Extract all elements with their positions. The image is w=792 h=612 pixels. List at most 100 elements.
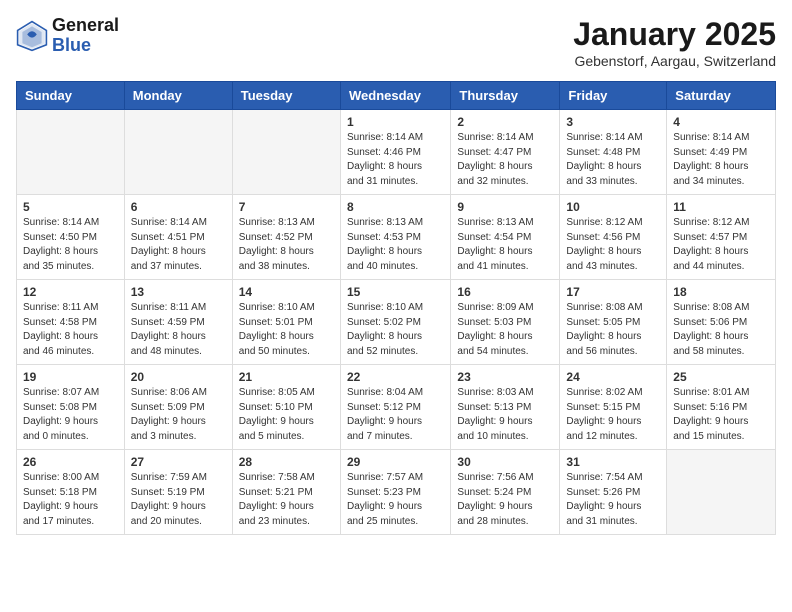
day-number: 14 bbox=[239, 285, 334, 299]
day-cell-31: 31Sunrise: 7:54 AMSunset: 5:26 PMDayligh… bbox=[560, 450, 667, 535]
week-row-3: 12 Sunrise: 8:11 AMSunset: 4:58 PMDayligh… bbox=[17, 280, 776, 365]
day-cell-26: 26 Sunrise: 8:00 AMSunset: 5:18 PMDayligh… bbox=[17, 450, 125, 535]
day-info: Sunrise: 8:13 AMSunset: 4:52 PMDaylight:… bbox=[239, 216, 334, 274]
day-cell-4: 4Sunrise: 8:14 AMSunset: 4:49 PMDaylight… bbox=[667, 110, 776, 195]
day-cell-11: 11 Sunrise: 8:12 AMSunset: 4:57 PMDayligh… bbox=[667, 195, 776, 280]
day-cell-24: 24Sunrise: 8:02 AMSunset: 5:15 PMDayligh… bbox=[560, 365, 667, 450]
day-info: Sunrise: 8:05 AMSunset: 5:10 PMDaylight:… bbox=[239, 386, 334, 444]
day-info: Sunrise: 8:10 AMSunset: 5:02 PMDaylight:… bbox=[347, 301, 444, 359]
day-cell-20: 20 Sunrise: 8:06 AMSunset: 5:09 PMDayligh… bbox=[124, 365, 232, 450]
day-header-sunday: Sunday bbox=[17, 82, 125, 110]
day-info: Sunrise: 8:09 AMSunset: 5:03 PMDaylight:… bbox=[457, 301, 553, 359]
day-number: 24 bbox=[566, 370, 660, 384]
week-row-5: 26 Sunrise: 8:00 AMSunset: 5:18 PMDayligh… bbox=[17, 450, 776, 535]
day-info: Sunrise: 7:54 AMSunset: 5:26 PMDaylight:… bbox=[566, 471, 660, 529]
day-info: Sunrise: 8:13 AMSunset: 4:53 PMDaylight:… bbox=[347, 216, 444, 274]
empty-cell bbox=[17, 110, 125, 195]
logo-text: General Blue bbox=[52, 16, 119, 56]
day-info: Sunrise: 8:13 AMSunset: 4:54 PMDaylight:… bbox=[457, 216, 553, 274]
empty-cell bbox=[232, 110, 340, 195]
day-cell-25: 25Sunrise: 8:01 AMSunset: 5:16 PMDayligh… bbox=[667, 365, 776, 450]
day-info: Sunrise: 8:06 AMSunset: 5:09 PMDaylight:… bbox=[131, 386, 226, 444]
day-info: Sunrise: 8:00 AMSunset: 5:18 PMDaylight:… bbox=[23, 471, 118, 529]
day-number: 12 bbox=[23, 285, 118, 299]
day-number: 10 bbox=[566, 200, 660, 214]
week-row-2: 5 Sunrise: 8:14 AMSunset: 4:50 PMDaylight… bbox=[17, 195, 776, 280]
day-info: Sunrise: 8:12 AMSunset: 4:57 PMDaylight:… bbox=[673, 216, 769, 274]
day-cell-8: 8 Sunrise: 8:13 AMSunset: 4:53 PMDaylight… bbox=[340, 195, 450, 280]
day-info: Sunrise: 8:14 AMSunset: 4:51 PMDaylight:… bbox=[131, 216, 226, 274]
header-row: SundayMondayTuesdayWednesdayThursdayFrid… bbox=[17, 82, 776, 110]
empty-cell bbox=[667, 450, 776, 535]
day-number: 28 bbox=[239, 455, 334, 469]
day-cell-27: 27Sunrise: 7:59 AMSunset: 5:19 PMDayligh… bbox=[124, 450, 232, 535]
calendar: SundayMondayTuesdayWednesdayThursdayFrid… bbox=[16, 81, 776, 535]
day-number: 11 bbox=[673, 200, 769, 214]
day-number: 18 bbox=[673, 285, 769, 299]
day-number: 29 bbox=[347, 455, 444, 469]
logo-icon bbox=[16, 20, 48, 52]
day-info: Sunrise: 8:11 AMSunset: 4:58 PMDaylight:… bbox=[23, 301, 118, 359]
day-cell-3: 3 Sunrise: 8:14 AMSunset: 4:48 PMDaylight… bbox=[560, 110, 667, 195]
day-header-saturday: Saturday bbox=[667, 82, 776, 110]
day-cell-23: 23 Sunrise: 8:03 AMSunset: 5:13 PMDayligh… bbox=[451, 365, 560, 450]
day-cell-10: 10 Sunrise: 8:12 AMSunset: 4:56 PMDayligh… bbox=[560, 195, 667, 280]
day-cell-22: 22Sunrise: 8:04 AMSunset: 5:12 PMDayligh… bbox=[340, 365, 450, 450]
day-header-tuesday: Tuesday bbox=[232, 82, 340, 110]
day-number: 9 bbox=[457, 200, 553, 214]
logo-blue: Blue bbox=[52, 36, 119, 56]
day-number: 19 bbox=[23, 370, 118, 384]
day-header-friday: Friday bbox=[560, 82, 667, 110]
location: Gebenstorf, Aargau, Switzerland bbox=[573, 53, 776, 69]
day-cell-28: 28 Sunrise: 7:58 AMSunset: 5:21 PMDayligh… bbox=[232, 450, 340, 535]
page-header: General Blue January 2025 Gebenstorf, Aa… bbox=[16, 16, 776, 69]
day-cell-13: 13Sunrise: 8:11 AMSunset: 4:59 PMDayligh… bbox=[124, 280, 232, 365]
day-cell-30: 30Sunrise: 7:56 AMSunset: 5:24 PMDayligh… bbox=[451, 450, 560, 535]
day-info: Sunrise: 8:14 AMSunset: 4:46 PMDaylight:… bbox=[347, 131, 444, 189]
day-number: 20 bbox=[131, 370, 226, 384]
day-number: 17 bbox=[566, 285, 660, 299]
day-info: Sunrise: 8:14 AMSunset: 4:50 PMDaylight:… bbox=[23, 216, 118, 274]
week-row-1: 1 Sunrise: 8:14 AMSunset: 4:46 PMDaylight… bbox=[17, 110, 776, 195]
empty-cell bbox=[124, 110, 232, 195]
day-info: Sunrise: 8:03 AMSunset: 5:13 PMDaylight:… bbox=[457, 386, 553, 444]
day-info: Sunrise: 7:58 AMSunset: 5:21 PMDaylight:… bbox=[239, 471, 334, 529]
title-block: January 2025 Gebenstorf, Aargau, Switzer… bbox=[573, 16, 776, 69]
day-cell-18: 18Sunrise: 8:08 AMSunset: 5:06 PMDayligh… bbox=[667, 280, 776, 365]
day-info: Sunrise: 7:57 AMSunset: 5:23 PMDaylight:… bbox=[347, 471, 444, 529]
day-number: 30 bbox=[457, 455, 553, 469]
day-number: 1 bbox=[347, 115, 444, 129]
day-cell-15: 15 Sunrise: 8:10 AMSunset: 5:02 PMDayligh… bbox=[340, 280, 450, 365]
day-number: 27 bbox=[131, 455, 226, 469]
day-cell-12: 12 Sunrise: 8:11 AMSunset: 4:58 PMDayligh… bbox=[17, 280, 125, 365]
day-number: 16 bbox=[457, 285, 553, 299]
day-number: 21 bbox=[239, 370, 334, 384]
day-number: 26 bbox=[23, 455, 118, 469]
day-number: 3 bbox=[566, 115, 660, 129]
day-number: 2 bbox=[457, 115, 553, 129]
day-number: 22 bbox=[347, 370, 444, 384]
day-info: Sunrise: 8:14 AMSunset: 4:49 PMDaylight:… bbox=[673, 131, 769, 189]
day-number: 7 bbox=[239, 200, 334, 214]
day-number: 23 bbox=[457, 370, 553, 384]
day-info: Sunrise: 8:08 AMSunset: 5:05 PMDaylight:… bbox=[566, 301, 660, 359]
day-cell-9: 9 Sunrise: 8:13 AMSunset: 4:54 PMDaylight… bbox=[451, 195, 560, 280]
day-number: 5 bbox=[23, 200, 118, 214]
day-cell-16: 16 Sunrise: 8:09 AMSunset: 5:03 PMDayligh… bbox=[451, 280, 560, 365]
logo: General Blue bbox=[16, 16, 119, 56]
day-info: Sunrise: 8:14 AMSunset: 4:47 PMDaylight:… bbox=[457, 131, 553, 189]
day-number: 15 bbox=[347, 285, 444, 299]
logo-general: General bbox=[52, 16, 119, 36]
day-info: Sunrise: 8:07 AMSunset: 5:08 PMDaylight:… bbox=[23, 386, 118, 444]
day-cell-6: 6Sunrise: 8:14 AMSunset: 4:51 PMDaylight… bbox=[124, 195, 232, 280]
day-cell-1: 1 Sunrise: 8:14 AMSunset: 4:46 PMDaylight… bbox=[340, 110, 450, 195]
day-cell-19: 19 Sunrise: 8:07 AMSunset: 5:08 PMDayligh… bbox=[17, 365, 125, 450]
day-cell-21: 21 Sunrise: 8:05 AMSunset: 5:10 PMDayligh… bbox=[232, 365, 340, 450]
day-info: Sunrise: 8:14 AMSunset: 4:48 PMDaylight:… bbox=[566, 131, 660, 189]
day-cell-5: 5 Sunrise: 8:14 AMSunset: 4:50 PMDaylight… bbox=[17, 195, 125, 280]
day-info: Sunrise: 8:12 AMSunset: 4:56 PMDaylight:… bbox=[566, 216, 660, 274]
day-number: 8 bbox=[347, 200, 444, 214]
day-number: 25 bbox=[673, 370, 769, 384]
day-cell-17: 17 Sunrise: 8:08 AMSunset: 5:05 PMDayligh… bbox=[560, 280, 667, 365]
day-info: Sunrise: 8:11 AMSunset: 4:59 PMDaylight:… bbox=[131, 301, 226, 359]
